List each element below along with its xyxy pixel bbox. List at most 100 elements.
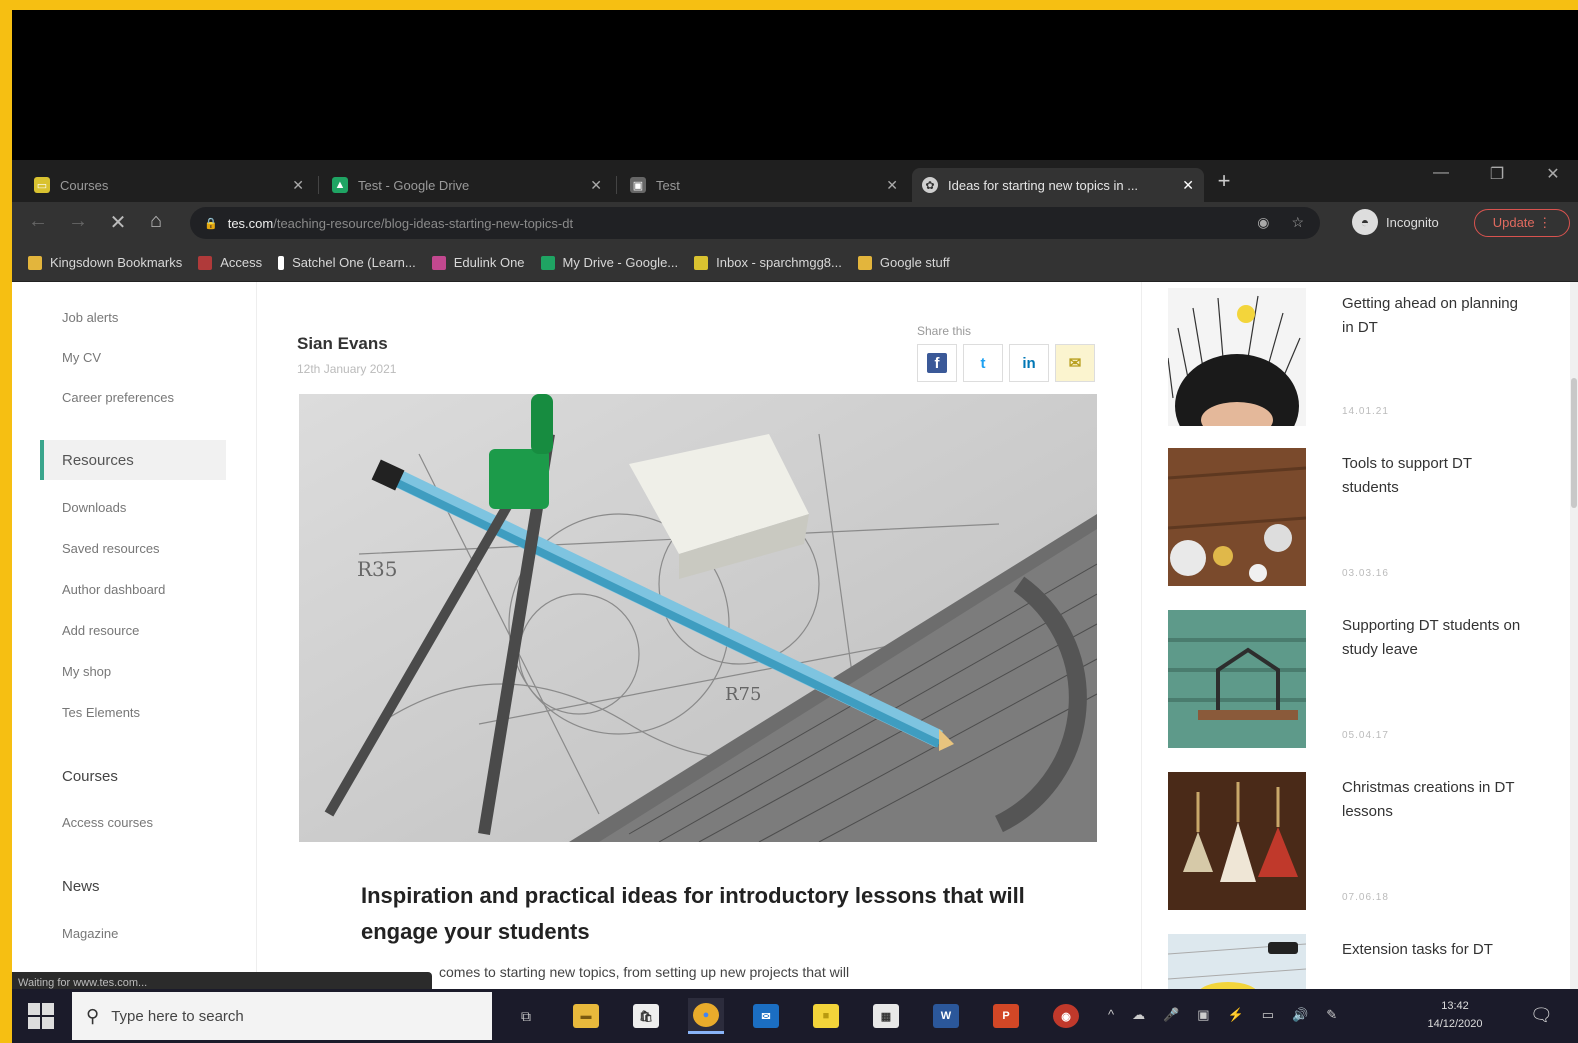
related-date: 14.01.21	[1342, 406, 1389, 417]
nav-author-dashboard[interactable]: Author dashboard	[62, 582, 165, 597]
volume-icon[interactable]: 🔊	[1292, 1007, 1308, 1023]
new-tab-button[interactable]: +	[1212, 168, 1236, 194]
taskbar-clock[interactable]: 13:42 14/12/2020	[1420, 997, 1490, 1033]
related-thumb-bulb[interactable]	[1168, 288, 1306, 426]
bookmark-label: Kingsdown Bookmarks	[50, 255, 183, 270]
related-date: 03.03.16	[1342, 568, 1389, 579]
share-linkedin-button[interactable]: in	[1009, 344, 1049, 382]
google-drive-icon: ▲	[332, 177, 348, 193]
article-date: 12th January 2021	[297, 362, 397, 376]
related-title[interactable]: Tools to support DT students	[1342, 452, 1532, 500]
minimize-button[interactable]: —	[1426, 164, 1456, 182]
tab-close-icon[interactable]: ✕	[292, 177, 304, 194]
scrollbar-thumb[interactable]	[1571, 378, 1577, 508]
tab-separator	[616, 176, 617, 194]
related-thumb-tools[interactable]	[1168, 448, 1306, 586]
tab-google-drive[interactable]: ▲ Test - Google Drive ✕	[322, 168, 612, 202]
nav-news[interactable]: News	[62, 878, 100, 895]
nav-add-resource[interactable]: Add resource	[62, 623, 139, 638]
share-twitter-button[interactable]: t	[963, 344, 1003, 382]
nav-downloads[interactable]: Downloads	[62, 500, 126, 515]
profile-label: Incognito	[1386, 214, 1439, 230]
nav-my-shop[interactable]: My shop	[62, 664, 111, 679]
folder-icon	[28, 255, 42, 270]
tablet-icon[interactable]: ▣	[1197, 1007, 1209, 1023]
address-bar[interactable]: 🔒 tes.com /teaching-resource/blog-ideas-…	[190, 207, 1320, 239]
windows-logo-icon	[42, 1017, 54, 1029]
bookmark-google-stuff[interactable]: Google stuff	[857, 255, 950, 270]
browser-tab-strip: ▭ Courses ✕ ▲ Test - Google Drive ✕ ▣ Te…	[12, 160, 1578, 202]
bookmark-inbox[interactable]: Inbox - sparchmgg8...	[694, 255, 842, 270]
nav-resources[interactable]: Resources	[40, 440, 226, 480]
start-button[interactable]	[28, 1003, 54, 1029]
powerpoint-button[interactable]: P	[988, 998, 1024, 1034]
home-button[interactable]: ⌂	[142, 210, 170, 233]
bookmark-my-drive[interactable]: My Drive - Google...	[540, 255, 679, 270]
tab-ideas-active[interactable]: ✿ Ideas for starting new topics in ... ✕	[912, 168, 1204, 202]
nav-saved-resources[interactable]: Saved resources	[62, 541, 160, 556]
related-title[interactable]: Christmas creations in DT lessons	[1342, 776, 1532, 824]
svg-text:R35: R35	[357, 557, 398, 581]
store-button[interactable]: 🛍	[628, 998, 664, 1034]
nav-job-alerts[interactable]: Job alerts	[62, 310, 118, 325]
tab-title: Test - Google Drive	[358, 177, 470, 193]
word-button[interactable]: W	[928, 998, 964, 1034]
power-icon[interactable]: ⚡	[1228, 1007, 1244, 1023]
bookmark-edulink[interactable]: Edulink One	[431, 255, 525, 270]
nav-access-courses[interactable]: Access courses	[62, 815, 153, 830]
related-title[interactable]: Supporting DT students on study leave	[1342, 614, 1532, 662]
tab-title: Courses	[60, 177, 109, 193]
bookmark-star-icon[interactable]: ☆	[1291, 214, 1304, 231]
article-author[interactable]: Sian Evans	[297, 334, 388, 354]
related-thumb-christmas[interactable]	[1168, 772, 1306, 910]
nav-career-preferences[interactable]: Career preferences	[62, 390, 174, 405]
nav-my-cv[interactable]: My CV	[62, 350, 101, 365]
related-title[interactable]: Getting ahead on planning in DT	[1342, 292, 1532, 340]
share-facebook-button[interactable]: f	[917, 344, 957, 382]
microphone-icon[interactable]: 🎤	[1163, 1007, 1179, 1023]
notifications-icon[interactable]: 🗨	[1530, 1005, 1553, 1026]
screen-recorder-button[interactable]: ◉	[1048, 998, 1084, 1034]
tab-close-icon[interactable]: ✕	[590, 177, 602, 194]
bookmark-kingsdown[interactable]: Kingsdown Bookmarks	[28, 255, 182, 270]
task-view-button[interactable]: ⧉	[508, 998, 544, 1034]
windows-logo-icon	[28, 1003, 40, 1015]
privacy-eye-icon[interactable]: ◉	[1257, 214, 1269, 231]
article-main: Sian Evans 12th January 2021 Share this …	[256, 282, 1142, 999]
nav-magazine[interactable]: Magazine	[62, 926, 118, 941]
bookmark-access[interactable]: Access	[198, 255, 262, 270]
chrome-button[interactable]: ●	[688, 998, 724, 1034]
taskbar-search-box[interactable]: ⚲ Type here to search	[72, 992, 492, 1040]
related-thumb-house[interactable]	[1168, 610, 1306, 748]
onedrive-icon[interactable]: ☁	[1132, 1007, 1145, 1023]
share-email-button[interactable]: ✉	[1055, 344, 1095, 382]
page-scrollbar[interactable]	[1570, 282, 1578, 999]
bookmark-label: Access	[220, 255, 263, 270]
bookmark-label: My Drive - Google...	[562, 255, 679, 270]
pen-icon[interactable]: ✎	[1326, 1007, 1337, 1023]
system-tray: ^ ☁ 🎤 ▣ ⚡ ▭ 🔊 ✎	[1108, 1007, 1337, 1023]
battery-icon[interactable]: ▭	[1262, 1007, 1274, 1023]
restore-button[interactable]: ❐	[1482, 164, 1512, 184]
show-hidden-icons-icon[interactable]: ^	[1108, 1007, 1114, 1023]
forward-button[interactable]: →	[64, 210, 92, 233]
incognito-icon: ◓	[1352, 209, 1378, 235]
stop-loading-button[interactable]: ✕	[104, 210, 132, 235]
tab-courses[interactable]: ▭ Courses ✕	[24, 168, 314, 202]
back-button[interactable]: ←	[24, 210, 52, 233]
tab-close-icon[interactable]: ✕	[886, 177, 898, 194]
close-window-button[interactable]: ✕	[1538, 164, 1568, 184]
share-label: Share this	[917, 324, 972, 338]
sticky-notes-button[interactable]: ■	[808, 998, 844, 1034]
calculator-button[interactable]: ▦	[868, 998, 904, 1034]
tab-close-icon[interactable]: ✕	[1182, 177, 1194, 194]
incognito-profile-button[interactable]: ◓ Incognito	[1352, 209, 1439, 235]
tab-test[interactable]: ▣ Test ✕	[620, 168, 908, 202]
nav-tes-elements[interactable]: Tes Elements	[62, 705, 140, 720]
file-explorer-button[interactable]: ▬	[568, 998, 604, 1034]
update-button[interactable]: Update ⋮	[1474, 209, 1570, 237]
nav-courses[interactable]: Courses	[62, 768, 118, 785]
bookmark-satchel[interactable]: Satchel One (Learn...	[278, 255, 416, 270]
mail-button[interactable]: ✉	[748, 998, 784, 1034]
related-title[interactable]: Extension tasks for DT	[1342, 938, 1532, 962]
